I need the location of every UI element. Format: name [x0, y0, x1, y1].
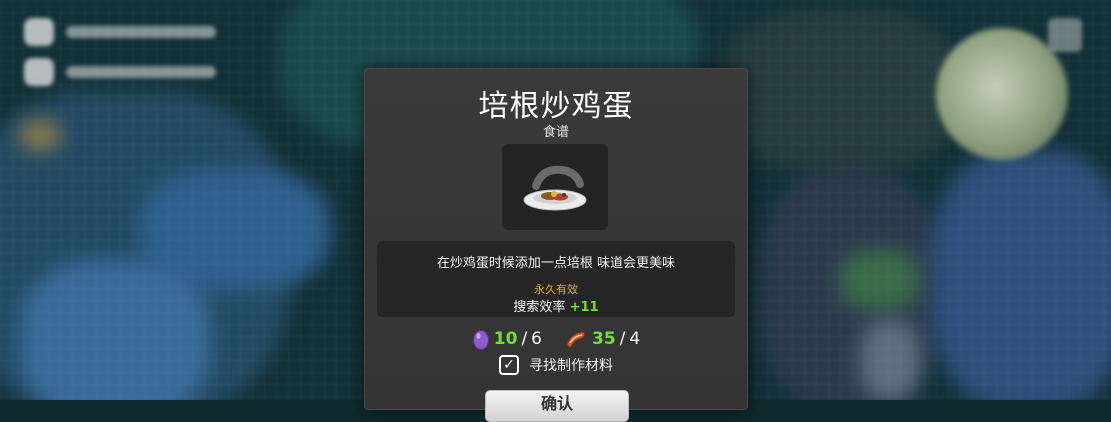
ingredient-egg: 10/6 — [472, 328, 542, 350]
purple-egg-icon — [472, 330, 489, 350]
recipe-title: 培根炒鸡蛋 — [478, 89, 634, 124]
recipe-description-box: 在炒鸡蛋时候添加一点培根 味道会更美味 永久有效 搜索效率 +11 — [377, 241, 735, 317]
effect-line: 搜索效率 +11 — [377, 296, 735, 315]
find-materials-checkbox[interactable]: ✓ — [499, 355, 519, 375]
recipe-panel: 培根炒鸡蛋 食谱 在炒鸡蛋时候添加一点培根 味道会更美味 永久有效 搜索效率 +… — [364, 68, 748, 422]
find-materials-row[interactable]: ✓ 寻找制作材料 — [365, 355, 747, 375]
ingredient-egg-have: 10 — [493, 329, 518, 349]
ingredient-bacon-have: 35 — [592, 329, 616, 349]
checkmark-icon: ✓ — [503, 357, 515, 373]
ingredient-bacon: 35/4 — [564, 328, 640, 350]
effect-label: 搜索效率 — [513, 300, 566, 315]
ingredient-bacon-need: 4 — [629, 329, 641, 349]
effect-value: +11 — [569, 300, 599, 315]
ingredient-costs: 10/6 35/4 — [365, 328, 747, 350]
bacon-egg-plate-icon — [523, 165, 587, 211]
find-materials-label: 寻找制作材料 — [529, 358, 613, 374]
bacon-icon — [566, 331, 586, 348]
effect-duration: 永久有效 — [534, 283, 578, 296]
recipe-description: 在炒鸡蛋时候添加一点培根 味道会更美味 — [436, 256, 676, 271]
recipe-category: 食谱 — [542, 125, 569, 140]
confirm-button[interactable]: 确认 — [485, 390, 629, 422]
recipe-icon-frame — [502, 144, 608, 230]
ingredient-egg-need: 6 — [531, 329, 542, 349]
